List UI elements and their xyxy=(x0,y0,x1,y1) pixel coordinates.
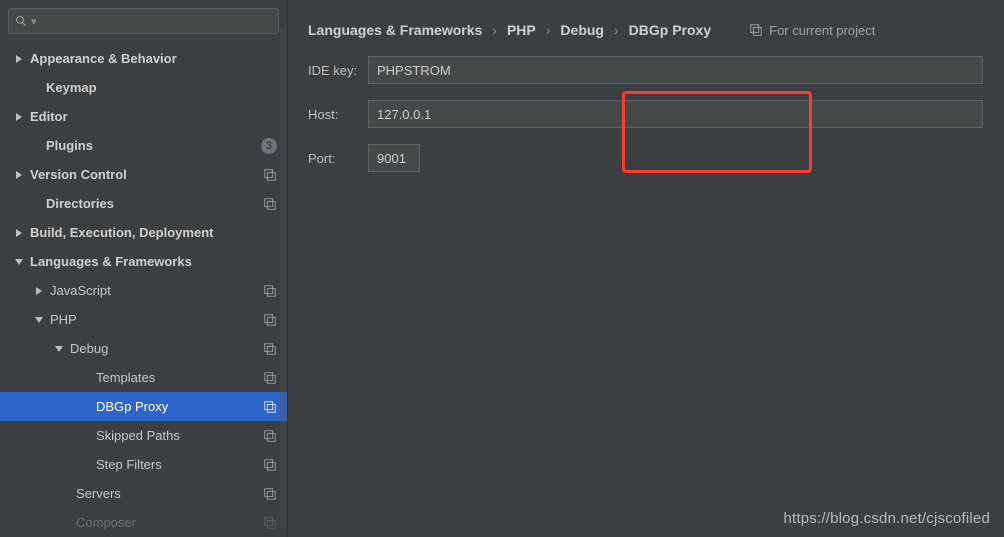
sidebar-item-label: Step Filters xyxy=(96,457,257,472)
search-wrap: ▾ xyxy=(0,0,287,40)
expand-arrow-icon[interactable] xyxy=(14,170,24,180)
arrow-spacer xyxy=(80,431,90,441)
expand-arrow-icon[interactable] xyxy=(14,228,24,238)
scope-indicator: For current project xyxy=(749,23,875,38)
breadcrumb-sep: › xyxy=(614,22,619,38)
sidebar-item-label: Languages & Frameworks xyxy=(30,254,277,269)
breadcrumb-item[interactable]: DBGp Proxy xyxy=(629,22,711,38)
dbgp-proxy-form: IDE key: Host: Port: xyxy=(308,56,1004,172)
sidebar-search-input[interactable]: ▾ xyxy=(8,8,279,34)
sidebar-item-version-control[interactable]: Version Control xyxy=(0,160,287,189)
project-scope-icon xyxy=(749,23,763,37)
sidebar-item-composer[interactable]: Composer xyxy=(0,508,287,537)
sidebar-item-label: Keymap xyxy=(46,80,277,95)
project-scope-icon xyxy=(263,516,277,530)
settings-main-panel: Languages & Frameworks › PHP › Debug › D… xyxy=(288,0,1004,537)
port-label: Port: xyxy=(308,151,368,166)
sidebar-item-label: Debug xyxy=(70,341,257,356)
arrow-spacer xyxy=(30,141,40,151)
sidebar-item-label: PHP xyxy=(50,312,257,327)
sidebar-item-javascript[interactable]: JavaScript xyxy=(0,276,287,305)
project-scope-icon xyxy=(263,197,277,211)
sidebar-item-php[interactable]: PHP xyxy=(0,305,287,334)
settings-tree: Appearance & Behavior Keymap Editor Plugins… xyxy=(0,40,287,537)
expand-arrow-icon[interactable] xyxy=(14,112,24,122)
update-count-badge: 3 xyxy=(261,138,277,154)
sidebar-scrollbar[interactable] xyxy=(280,28,286,528)
sidebar-item-label: Plugins xyxy=(46,138,255,153)
sidebar-item-skipped-paths[interactable]: Skipped Paths xyxy=(0,421,287,450)
watermark-text: https://blog.csdn.net/cjscofiled xyxy=(783,510,990,527)
sidebar-item-editor[interactable]: Editor xyxy=(0,102,287,131)
project-scope-icon xyxy=(263,429,277,443)
project-scope-icon xyxy=(263,400,277,414)
port-input[interactable] xyxy=(368,144,420,172)
ide-key-input[interactable] xyxy=(368,56,983,84)
arrow-spacer xyxy=(60,489,70,499)
project-scope-icon xyxy=(263,168,277,182)
project-scope-icon xyxy=(263,313,277,327)
scope-label: For current project xyxy=(769,23,875,38)
sidebar-item-label: Build, Execution, Deployment xyxy=(30,225,277,240)
host-label: Host: xyxy=(308,107,368,122)
host-input[interactable] xyxy=(368,100,983,128)
arrow-spacer xyxy=(30,199,40,209)
arrow-spacer xyxy=(30,83,40,93)
sidebar-item-build-execution-deployment[interactable]: Build, Execution, Deployment xyxy=(0,218,287,247)
sidebar-item-directories[interactable]: Directories xyxy=(0,189,287,218)
sidebar-item-keymap[interactable]: Keymap xyxy=(0,73,287,102)
search-icon xyxy=(15,15,27,27)
sidebar-item-label: JavaScript xyxy=(50,283,257,298)
project-scope-icon xyxy=(263,487,277,501)
sidebar-item-label: Servers xyxy=(76,486,257,501)
breadcrumb-sep: › xyxy=(492,22,497,38)
sidebar-item-languages-frameworks[interactable]: Languages & Frameworks xyxy=(0,247,287,276)
project-scope-icon xyxy=(263,458,277,472)
sidebar-item-label: Appearance & Behavior xyxy=(30,51,277,66)
sidebar-item-label: Templates xyxy=(96,370,257,385)
ide-key-label: IDE key: xyxy=(308,63,368,78)
sidebar-item-label: DBGp Proxy xyxy=(96,399,257,414)
expand-arrow-icon[interactable] xyxy=(34,315,44,325)
expand-arrow-icon[interactable] xyxy=(54,344,64,354)
sidebar-item-plugins[interactable]: Plugins 3 xyxy=(0,131,287,160)
breadcrumb-sep: › xyxy=(546,22,551,38)
project-scope-icon xyxy=(263,342,277,356)
sidebar-item-label: Composer xyxy=(76,515,257,530)
sidebar-item-templates[interactable]: Templates xyxy=(0,363,287,392)
breadcrumb-item[interactable]: Languages & Frameworks xyxy=(308,22,482,38)
breadcrumb-item[interactable]: Debug xyxy=(560,22,604,38)
sidebar-item-label: Directories xyxy=(46,196,257,211)
settings-sidebar: ▾ Appearance & Behavior Keymap Editor Plugi… xyxy=(0,0,288,537)
sidebar-item-debug[interactable]: Debug xyxy=(0,334,287,363)
sidebar-item-appearance-behavior[interactable]: Appearance & Behavior xyxy=(0,44,287,73)
sidebar-item-label: Skipped Paths xyxy=(96,428,257,443)
breadcrumb-item[interactable]: PHP xyxy=(507,22,536,38)
sidebar-item-label: Version Control xyxy=(30,167,257,182)
expand-arrow-icon[interactable] xyxy=(34,286,44,296)
sidebar-item-label: Editor xyxy=(30,109,277,124)
arrow-spacer xyxy=(80,373,90,383)
project-scope-icon xyxy=(263,371,277,385)
arrow-spacer xyxy=(60,518,70,528)
sidebar-item-servers[interactable]: Servers xyxy=(0,479,287,508)
breadcrumb: Languages & Frameworks › PHP › Debug › D… xyxy=(308,22,1004,38)
sidebar-item-dbgp-proxy[interactable]: DBGp Proxy xyxy=(0,392,287,421)
arrow-spacer xyxy=(80,402,90,412)
arrow-spacer xyxy=(80,460,90,470)
expand-arrow-icon[interactable] xyxy=(14,54,24,64)
project-scope-icon xyxy=(263,284,277,298)
expand-arrow-icon[interactable] xyxy=(14,257,24,267)
sidebar-item-step-filters[interactable]: Step Filters xyxy=(0,450,287,479)
